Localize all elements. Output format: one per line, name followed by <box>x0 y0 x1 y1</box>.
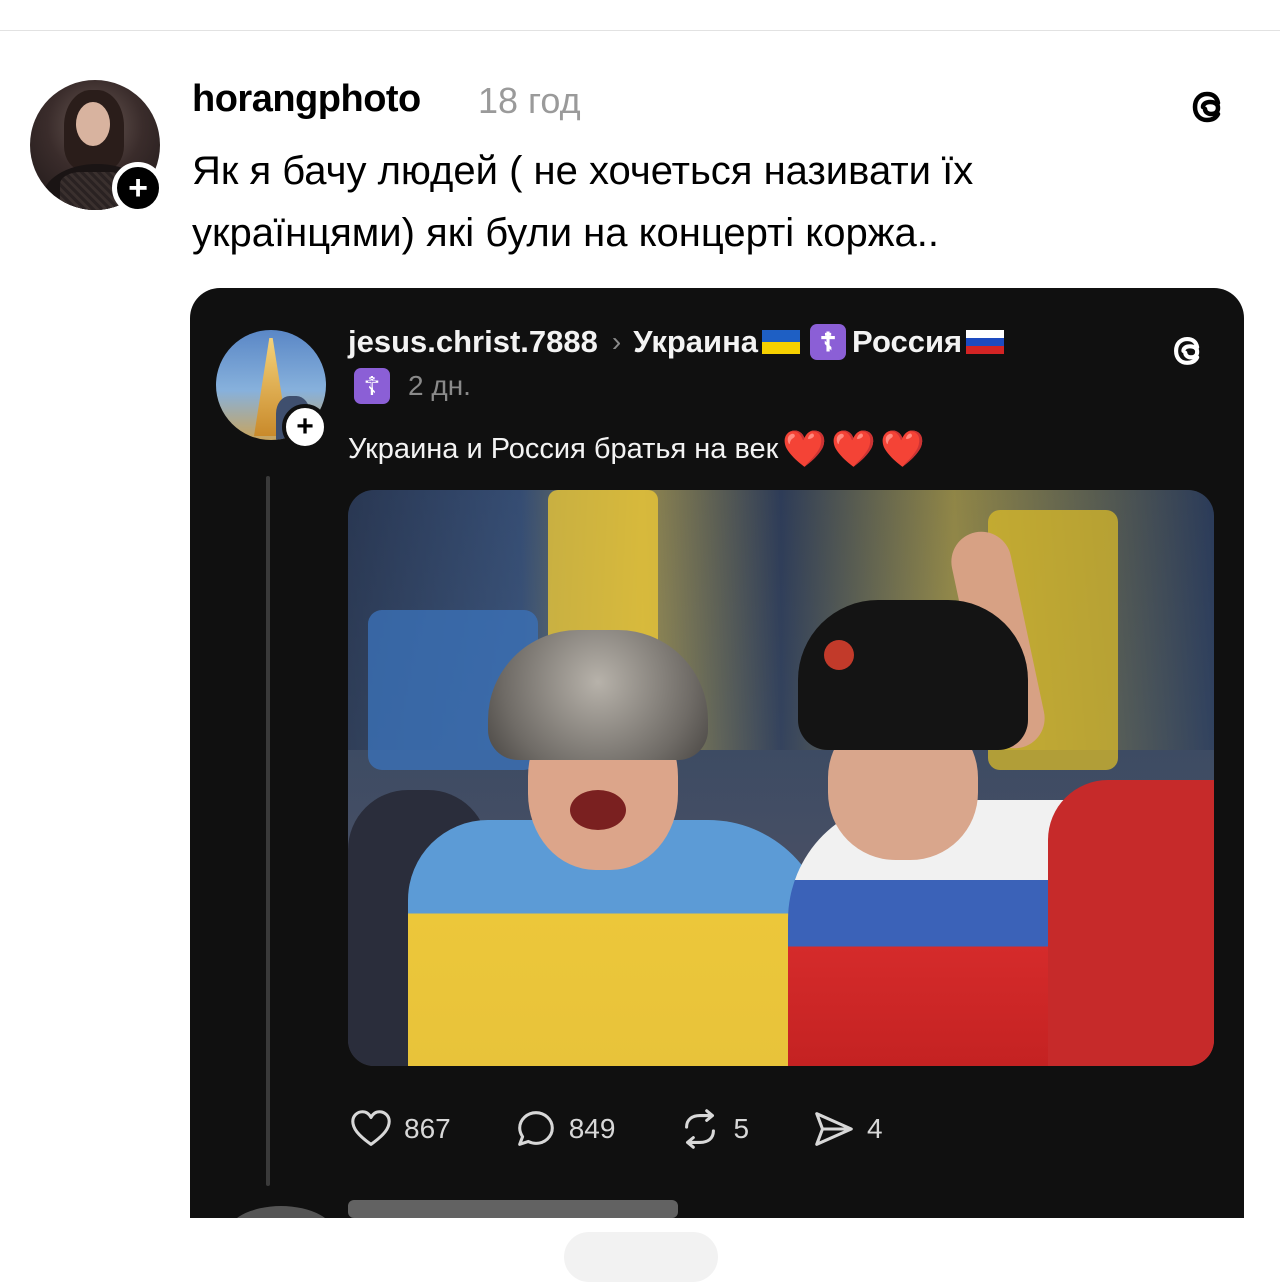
repost-count: 5 <box>733 1113 750 1144</box>
embedded-meta-row: ☦ 2 дн. <box>348 368 471 404</box>
topic-label-part1[interactable]: Украина <box>633 324 758 360</box>
next-reply-avatar <box>226 1206 336 1218</box>
avatar-face <box>76 102 110 146</box>
photo-hat-badge <box>824 640 854 670</box>
embedded-text-body: Украина и Россия братья на век <box>348 432 779 465</box>
next-reply-username-cutoff <box>348 1200 678 1218</box>
like-button[interactable]: 867 <box>348 1106 451 1152</box>
share-button[interactable]: 4 <box>811 1106 883 1152</box>
repost-button[interactable]: 5 <box>677 1106 749 1152</box>
heart-emojis: ❤️❤️❤️ <box>782 428 929 469</box>
reply-button[interactable]: 849 <box>513 1106 616 1152</box>
comment-icon <box>517 1111 554 1146</box>
embedded-follow-button[interactable]: + <box>282 404 328 450</box>
thread-line <box>266 476 270 1186</box>
bottom-scroll-pill[interactable] <box>564 1232 718 1282</box>
photo-fur-hat-grey <box>488 630 708 760</box>
send-icon <box>815 1112 853 1146</box>
embedded-header: jesus.christ.7888 › Украина ☦ Россия <box>348 324 1008 360</box>
chevron-right-icon: › <box>611 326 622 357</box>
orthodox-cross-icon: ☦ <box>354 368 390 404</box>
photo-red-shirt <box>1048 780 1214 1066</box>
ukraine-flag-icon <box>762 330 801 354</box>
reply-count: 849 <box>568 1113 616 1144</box>
share-count: 4 <box>867 1113 883 1144</box>
photo-fur-hat-black <box>798 600 1028 750</box>
action-bar: 867 849 5 4 <box>348 1106 945 1152</box>
russia-flag-icon <box>966 330 1005 354</box>
orthodox-cross-icon: ☦ <box>810 324 847 360</box>
embedded-post-screenshot: + jesus.christ.7888 › Украина ☦ Россия ☦… <box>190 288 1244 1218</box>
embedded-post-text: Украина и Россия братья на век ❤️❤️❤️ <box>348 428 929 470</box>
follow-button[interactable]: + <box>112 162 164 214</box>
threads-logo-icon[interactable] <box>1166 328 1210 372</box>
post-photo[interactable] <box>348 490 1214 1066</box>
repost-icon <box>685 1109 716 1149</box>
photo-mouth <box>570 790 626 830</box>
post-username[interactable]: horangphoto <box>192 78 421 121</box>
embedded-timestamp: 2 дн. <box>408 370 471 401</box>
like-count: 867 <box>404 1113 451 1144</box>
topic-label-part2[interactable]: Россия <box>852 324 962 360</box>
threads-logo-icon[interactable] <box>1184 82 1232 130</box>
heart-icon <box>351 1110 391 1146</box>
post-timestamp: 18 год <box>478 80 581 121</box>
post-text: Як я бачу людей ( не хочеться називати ї… <box>192 149 974 255</box>
embedded-username[interactable]: jesus.christ.7888 <box>348 324 598 360</box>
top-divider <box>0 30 1280 31</box>
